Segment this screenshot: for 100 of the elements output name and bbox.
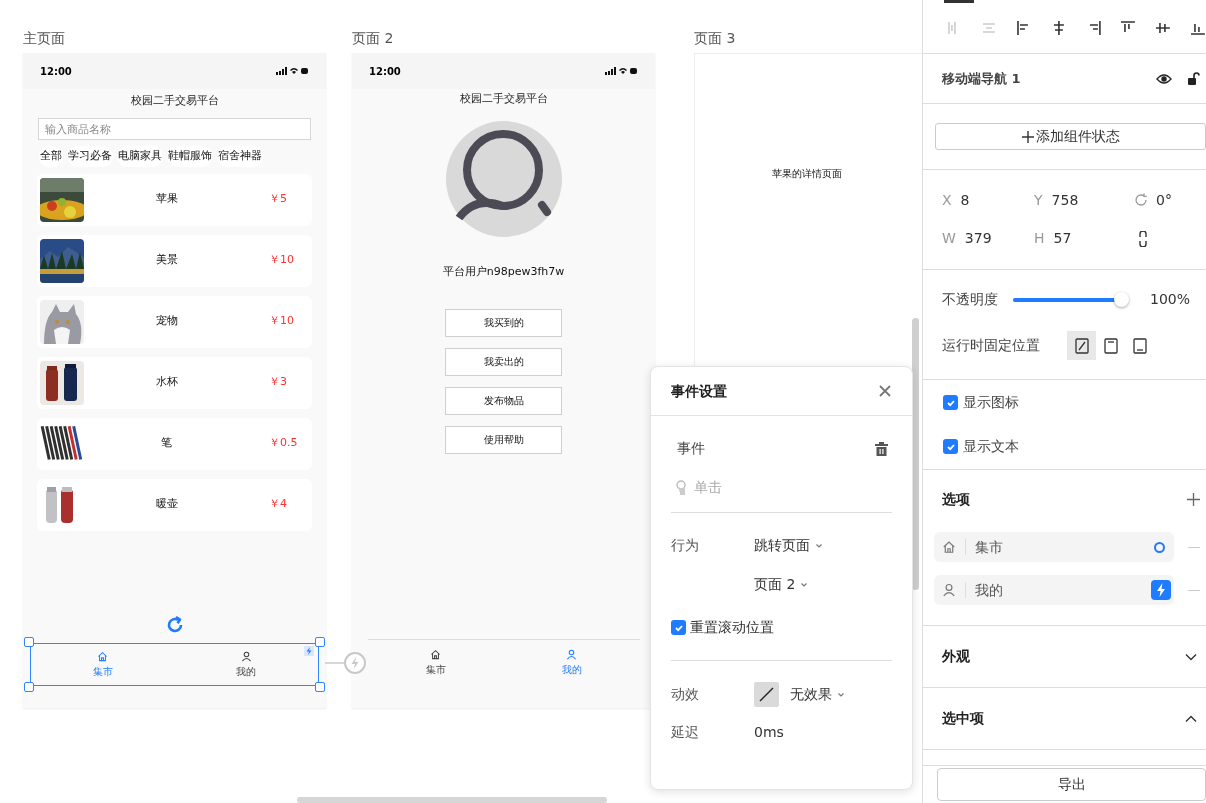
- nav-tab[interactable]: 我的: [236, 650, 257, 679]
- product-card[interactable]: 苹果 ￥5: [37, 173, 312, 226]
- field-label: 延迟: [671, 723, 700, 742]
- checkbox[interactable]: [671, 620, 686, 635]
- nav-tab[interactable]: 我的: [561, 648, 582, 677]
- effect-dropdown[interactable]: 无效果: [790, 684, 845, 705]
- category-chip[interactable]: 学习必备: [67, 146, 113, 167]
- menu-button[interactable]: 使用帮助: [445, 425, 562, 454]
- product-card[interactable]: 笔 ￥0.5: [37, 417, 312, 470]
- product-price: ￥5: [269, 191, 288, 208]
- product-card[interactable]: 水杯 ￥3: [37, 356, 312, 409]
- search-field[interactable]: 输入商品名称: [38, 118, 311, 140]
- caret-icon[interactable]: [800, 580, 809, 589]
- tab-bar[interactable]: 集市 我的: [367, 639, 640, 683]
- product-name: 笔: [160, 435, 173, 452]
- checkbox-label: 重置滚动位置: [690, 618, 774, 637]
- product-price: ￥10: [269, 313, 295, 330]
- category-chip[interactable]: 全部: [39, 146, 63, 167]
- option-row[interactable]: 我的: [934, 575, 1175, 605]
- close-icon[interactable]: [878, 384, 892, 398]
- selected-indicator[interactable]: [1154, 541, 1166, 553]
- scrollbar[interactable]: [297, 797, 607, 803]
- nav-tab[interactable]: 集市: [92, 650, 113, 679]
- user-icon: [566, 648, 577, 660]
- pin-top-icon: [1103, 337, 1118, 354]
- product-price: ￥3: [269, 374, 288, 391]
- slider-thumb[interactable]: [1114, 292, 1129, 307]
- status-icons: [605, 67, 638, 75]
- category-chip[interactable]: 宿舍神器: [217, 146, 263, 167]
- align-icon[interactable]: [1155, 20, 1172, 36]
- export-button[interactable]: 导出: [937, 768, 1206, 801]
- plus-icon[interactable]: [1187, 493, 1200, 506]
- tab-bar[interactable]: 集市 我的: [30, 643, 319, 686]
- resize-handle[interactable]: [315, 637, 325, 647]
- product-name: 美景: [154, 252, 179, 269]
- plus-icon: [1021, 130, 1034, 143]
- checkbox[interactable]: [943, 439, 958, 454]
- trash-icon[interactable]: [875, 441, 888, 456]
- category-chip[interactable]: 鞋帽服饰: [167, 146, 213, 167]
- option-row[interactable]: 集市: [934, 532, 1175, 562]
- field-label: 运行时固定位置: [942, 336, 1041, 355]
- lightning-icon: [304, 646, 314, 656]
- section-header[interactable]: 选中项: [923, 688, 1206, 750]
- status-time: 12:00: [40, 64, 72, 79]
- artboard-label: 主页面: [23, 29, 65, 48]
- trigger-label: 单击: [694, 478, 722, 497]
- product-name: 暖壶: [154, 496, 179, 513]
- field-label: 行为: [671, 536, 700, 555]
- opacity-value: 100%: [1150, 290, 1191, 309]
- field-label: Y: [1034, 190, 1043, 210]
- caret-icon[interactable]: [815, 541, 823, 550]
- product-price: ￥4: [269, 496, 288, 513]
- category-chip[interactable]: 电脑家具: [117, 146, 163, 167]
- position-option[interactable]: [1067, 331, 1096, 360]
- rotate-icon: [1134, 193, 1148, 208]
- add-state-button[interactable]: 添加组件状态: [935, 123, 1206, 150]
- field-value[interactable]: 758: [1051, 189, 1079, 211]
- resize-handle[interactable]: [24, 637, 34, 647]
- field-label: X: [942, 190, 952, 210]
- product-card[interactable]: 宠物 ￥10: [37, 295, 312, 348]
- artboard-label: 页面 2: [352, 29, 394, 48]
- home-icon: [942, 540, 956, 554]
- opacity-slider[interactable]: [1013, 292, 1129, 307]
- field-value[interactable]: 8: [960, 189, 970, 211]
- component-name: 移动端导航 1: [942, 69, 1021, 88]
- link-icon[interactable]: [1139, 230, 1147, 247]
- section-header[interactable]: 外观: [923, 626, 1206, 688]
- product-card[interactable]: 暖壶 ￥4: [37, 478, 312, 531]
- menu-button[interactable]: 我卖出的: [445, 347, 562, 376]
- product-name: 宠物: [154, 313, 179, 330]
- menu-button[interactable]: 我买到的: [445, 308, 562, 337]
- product-price: ￥0.5: [269, 435, 299, 452]
- field-value[interactable]: 379: [964, 228, 992, 250]
- username: 平台用户n98pew3fh7w: [442, 264, 565, 280]
- checkbox[interactable]: [943, 395, 958, 410]
- product-card[interactable]: 美景 ￥10: [37, 234, 312, 287]
- unlock-icon[interactable]: [1188, 71, 1200, 86]
- lightning-icon[interactable]: [1151, 580, 1172, 600]
- pin-bottom-icon: [1132, 337, 1147, 354]
- status-icons: [276, 67, 309, 75]
- action-dropdown[interactable]: 跳转页面: [754, 535, 823, 556]
- caret-icon[interactable]: [837, 690, 845, 699]
- checkbox-label: 显示图标: [963, 393, 1019, 412]
- dialog-title: 事件设置: [671, 381, 727, 401]
- target-dropdown[interactable]: 页面 2: [754, 574, 809, 595]
- resize-handle[interactable]: [24, 682, 34, 692]
- eye-icon[interactable]: [1156, 72, 1172, 85]
- artboard-label: 页面 3: [694, 29, 736, 48]
- menu-button[interactable]: 发布物品: [445, 386, 562, 415]
- no-effect-icon: [754, 682, 779, 707]
- status-time: 12:00: [369, 64, 401, 79]
- nav-tab[interactable]: 集市: [425, 648, 446, 677]
- user-icon: [240, 650, 252, 662]
- user-icon: [942, 583, 956, 597]
- field-value[interactable]: 0°: [1156, 189, 1172, 211]
- home-icon: [97, 650, 109, 662]
- field-label: H: [1034, 229, 1045, 249]
- field-value[interactable]: 57: [1053, 228, 1072, 250]
- product-name: 水杯: [154, 374, 179, 391]
- resize-handle[interactable]: [315, 682, 325, 692]
